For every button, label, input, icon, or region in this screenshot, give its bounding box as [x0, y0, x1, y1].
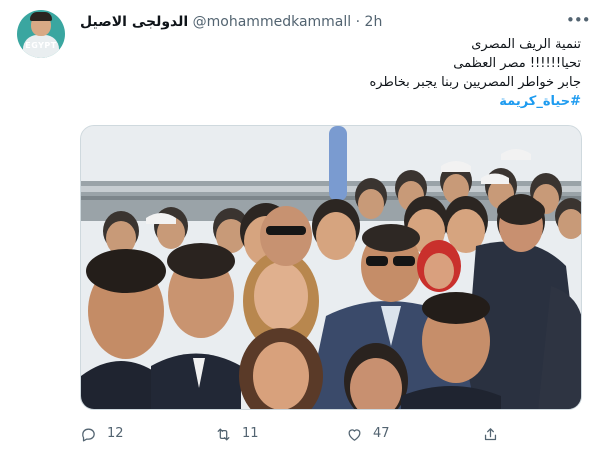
tweet-line-2: تحيا!!!!!! مصر العظمى: [453, 56, 581, 71]
share-icon: [484, 427, 497, 440]
share-button[interactable]: [482, 424, 499, 444]
retweet-count: 11: [242, 426, 259, 441]
hashtag-link[interactable]: #حياة_كريمة: [80, 92, 581, 111]
tweet-header: الدولجى الاصيل @mohammedkammall · 2h: [80, 12, 520, 32]
heart-icon: [348, 428, 361, 441]
tweet-line-3: جابر خواطر المصريين ربنا يجبر بخاطره: [369, 75, 582, 90]
author-handle[interactable]: @mohammedkammall: [193, 14, 352, 30]
avatar-hair: [30, 12, 52, 21]
more-icon[interactable]: •••: [566, 12, 591, 28]
avatar-badge: EGYPT: [25, 41, 57, 50]
tweet[interactable]: EGYPT الدولجى الاصيل @mohammedkammall · …: [0, 0, 598, 456]
reply-count: 12: [107, 426, 124, 441]
crowd-selfie-image: [81, 126, 581, 409]
tweet-line-1: تنمية الريف المصرى: [471, 37, 581, 52]
reply-button[interactable]: 12: [80, 424, 124, 444]
separator-dot: ·: [355, 14, 361, 30]
tweet-actions: 12 11 47: [80, 424, 520, 444]
retweet-button[interactable]: 11: [215, 424, 259, 444]
tweet-photo[interactable]: [80, 125, 582, 410]
author-avatar[interactable]: EGYPT: [17, 10, 65, 58]
like-count: 47: [373, 426, 390, 441]
author-name[interactable]: الدولجى الاصيل: [80, 14, 188, 30]
like-button[interactable]: 47: [346, 424, 390, 444]
tweet-timestamp[interactable]: 2h: [365, 14, 383, 30]
retweet-icon: [217, 428, 230, 440]
tweet-text: تنمية الريف المصرى تحيا!!!!!! مصر العظمى…: [80, 35, 582, 111]
reply-icon: [82, 428, 95, 442]
